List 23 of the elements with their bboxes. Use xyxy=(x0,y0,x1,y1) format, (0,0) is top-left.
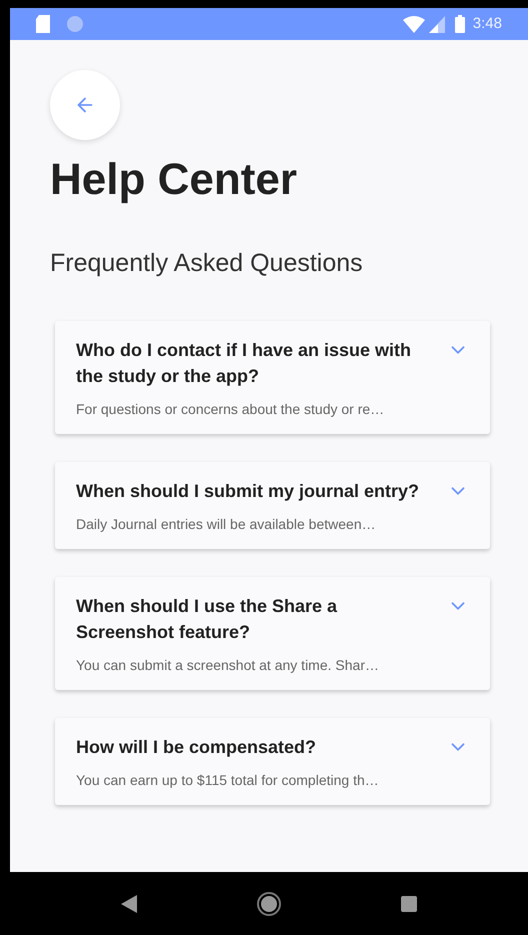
section-title: Frequently Asked Questions xyxy=(50,248,364,279)
faq-card[interactable]: How will I be compensated? You can earn up to $115 total for completing th… xyxy=(55,718,490,804)
faq-question: When should I use the Share a Screenshot feature? xyxy=(76,594,338,644)
faq-summary: You can earn up to $115 total for completing th… xyxy=(76,770,380,790)
wifi-icon xyxy=(402,16,425,32)
faq-summary: You can submit a screenshot at any time. Shar… xyxy=(76,656,380,675)
page-title: Help Center xyxy=(50,154,298,206)
faq-question: Who do I contact if I have an issue with the study or the app? xyxy=(76,338,412,388)
faq-card[interactable]: When should I use the Share a Screenshot feature? You can submit a screenshot at any time. Shar… xyxy=(55,576,490,690)
faq-summary: Daily Journal entries will be available between… xyxy=(76,514,377,534)
circle-icon xyxy=(66,15,84,33)
signal-icon xyxy=(428,16,445,32)
recents-icon[interactable] xyxy=(401,896,417,912)
status-time: 3:48 xyxy=(472,14,502,34)
faq-card[interactable]: Who do I contact if I have an issue with the study or the app? For questions or concerns about the study or re… xyxy=(55,320,490,434)
faq-question: How will I be compensated? xyxy=(76,736,318,759)
battery-icon xyxy=(454,15,465,33)
back-icon[interactable] xyxy=(121,894,137,912)
faq-question: When should I submit my journal entry? xyxy=(76,480,420,503)
sd-card-icon xyxy=(36,15,50,33)
home-icon[interactable] xyxy=(257,892,281,916)
faq-summary: For questions or concerns about the study or re… xyxy=(76,400,386,419)
faq-card[interactable]: When should I submit my journal entry? Daily Journal entries will be available between… xyxy=(55,462,490,548)
